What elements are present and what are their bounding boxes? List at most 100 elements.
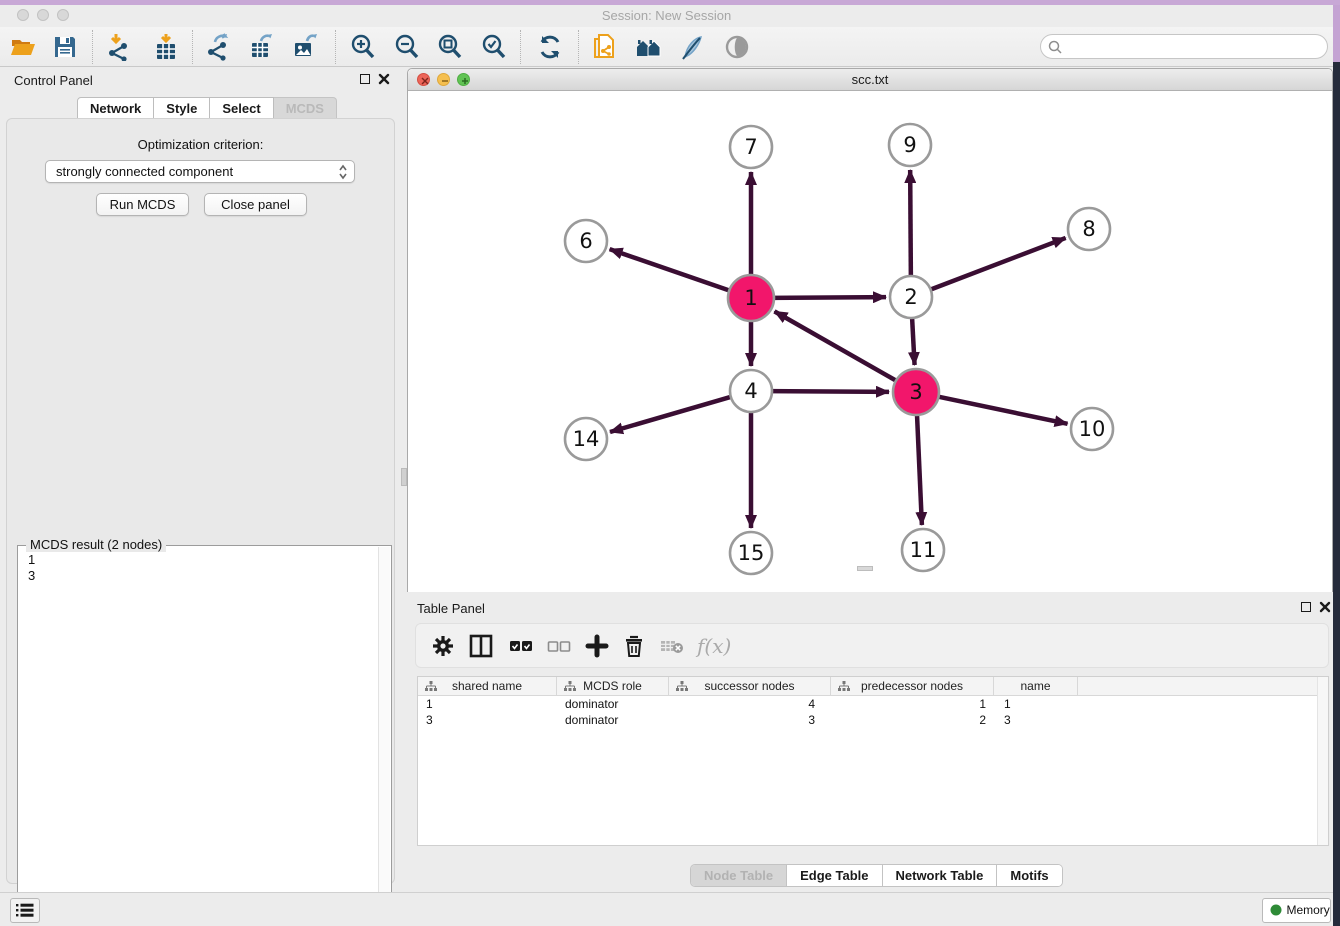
task-history-button[interactable] [10,898,40,923]
memory-status-icon [1270,904,1282,916]
tab-mcds[interactable]: MCDS [274,97,337,119]
table-close-icon[interactable] [1319,601,1331,613]
export-image-icon[interactable] [292,33,320,61]
minimize-window-button[interactable] [37,9,49,21]
network-close-button[interactable] [417,73,430,86]
horizontal-splitter-handle[interactable] [857,566,873,571]
toolbar-separator [92,30,93,64]
column-header-predecessor-nodes[interactable]: predecessor nodes [831,677,994,695]
zoom-fit-icon[interactable] [436,33,464,61]
table-cell[interactable]: 3 [669,712,831,728]
tree-icon [425,681,437,692]
delete-column-trash-icon[interactable] [621,633,649,661]
graph-node-label-15: 15 [738,541,765,565]
show-all-icon[interactable] [635,33,663,61]
graph-edge-2-3[interactable] [912,316,915,365]
table-settings-gear-icon[interactable] [430,633,458,661]
tab-network-table[interactable]: Network Table [883,865,998,886]
graph-node-label-11: 11 [910,538,937,562]
graph-edge-3-1[interactable] [774,311,897,381]
toolbar-separator [520,30,521,64]
graph-edge-2-8[interactable] [929,238,1066,290]
criterion-dropdown[interactable]: strongly connected component [45,160,355,183]
table-cell[interactable]: 1 [418,696,557,712]
network-zoom-button[interactable] [457,73,470,86]
tab-network[interactable]: Network [77,97,154,119]
apply-layout-icon[interactable] [536,33,564,61]
graph-edge-1-6[interactable] [610,249,732,291]
network-minimize-button[interactable] [437,73,450,86]
result-scrollbar[interactable] [378,547,390,920]
background-window-edge [1333,5,1340,62]
export-table-icon[interactable] [248,33,276,61]
export-network-icon[interactable] [205,33,233,61]
graph-edge-4-14[interactable] [610,396,733,432]
graph-edge-3-11[interactable] [917,413,922,525]
graph-edge-2-9[interactable] [910,170,911,278]
zoom-in-icon[interactable] [349,33,377,61]
table-header-row: shared name MCDS role successor nodes pr… [418,677,1328,696]
zoom-out-icon[interactable] [393,33,421,61]
run-mcds-button[interactable]: Run MCDS [96,193,189,216]
control-panel: Control Panel Network Style Select MCDS … [0,68,401,892]
show-selected-icon[interactable] [723,33,751,61]
tab-motifs[interactable]: Motifs [997,865,1061,886]
graph-node-label-7: 7 [744,135,757,159]
table-row[interactable]: 1dominator411 [418,696,1328,712]
deselect-all-rows-icon[interactable] [546,633,574,661]
close-window-button[interactable] [17,9,29,21]
column-header-mcds-role[interactable]: MCDS role [557,677,669,695]
select-all-rows-icon[interactable] [508,633,536,661]
graph-edge-1-2[interactable] [772,297,886,298]
zoom-window-button[interactable] [57,9,69,21]
status-bar: Memory [0,892,1333,926]
memory-button[interactable]: Memory [1262,898,1331,923]
criterion-value: strongly connected component [56,164,233,179]
table-cell[interactable]: 3 [418,712,557,728]
table-cell[interactable]: 2 [831,712,994,728]
tab-style[interactable]: Style [154,97,210,119]
create-column-icon[interactable] [584,633,612,661]
delete-table-icon[interactable] [659,633,687,661]
zoom-selected-icon[interactable] [480,33,508,61]
network-graph[interactable]: 7968124314101511 [408,91,1332,592]
save-session-icon[interactable] [51,33,79,61]
show-columns-icon[interactable] [468,633,496,661]
close-panel-icon[interactable] [378,73,390,85]
desktop-edge [1333,62,1340,926]
table-cell[interactable]: 4 [669,696,831,712]
graph-edge-3-10[interactable] [937,396,1068,424]
tab-select[interactable]: Select [210,97,273,119]
mcds-result-list[interactable]: 1 3 [28,552,35,584]
float-panel-icon[interactable] [360,74,370,84]
tab-node-table[interactable]: Node Table [691,865,787,886]
table-float-icon[interactable] [1301,602,1311,612]
mcds-result-title: MCDS result (2 nodes) [26,537,166,552]
optimization-criterion-label: Optimization criterion: [7,137,394,152]
search-field[interactable] [1040,34,1328,59]
column-header-name[interactable]: name [994,677,1078,695]
table-cell[interactable]: dominator [557,696,669,712]
graph-edge-4-3[interactable] [770,391,889,392]
table-cell[interactable]: 3 [994,712,1078,728]
table-cell[interactable]: 1 [994,696,1078,712]
open-session-icon[interactable] [9,33,37,61]
column-header-shared-name[interactable]: shared name [418,677,557,695]
tab-edge-table[interactable]: Edge Table [787,865,882,886]
network-canvas[interactable]: 7968124314101511 [408,91,1332,592]
import-table-icon[interactable] [152,33,180,61]
close-panel-button[interactable]: Close panel [204,193,307,216]
graph-node-label-1: 1 [744,286,757,310]
import-network-icon[interactable] [105,33,133,61]
search-input[interactable] [1067,36,1321,57]
toolbar-separator [578,30,579,64]
table-row[interactable]: 3dominator323 [418,712,1328,728]
table-scrollbar[interactable] [1317,677,1328,845]
table-cell[interactable]: dominator [557,712,669,728]
function-builder-icon[interactable]: f(x) [697,633,737,661]
search-icon [1048,40,1063,55]
table-cell[interactable]: 1 [831,696,994,712]
new-network-icon[interactable] [591,33,619,61]
column-header-successor-nodes[interactable]: successor nodes [669,677,831,695]
hide-selected-icon[interactable] [679,33,707,61]
